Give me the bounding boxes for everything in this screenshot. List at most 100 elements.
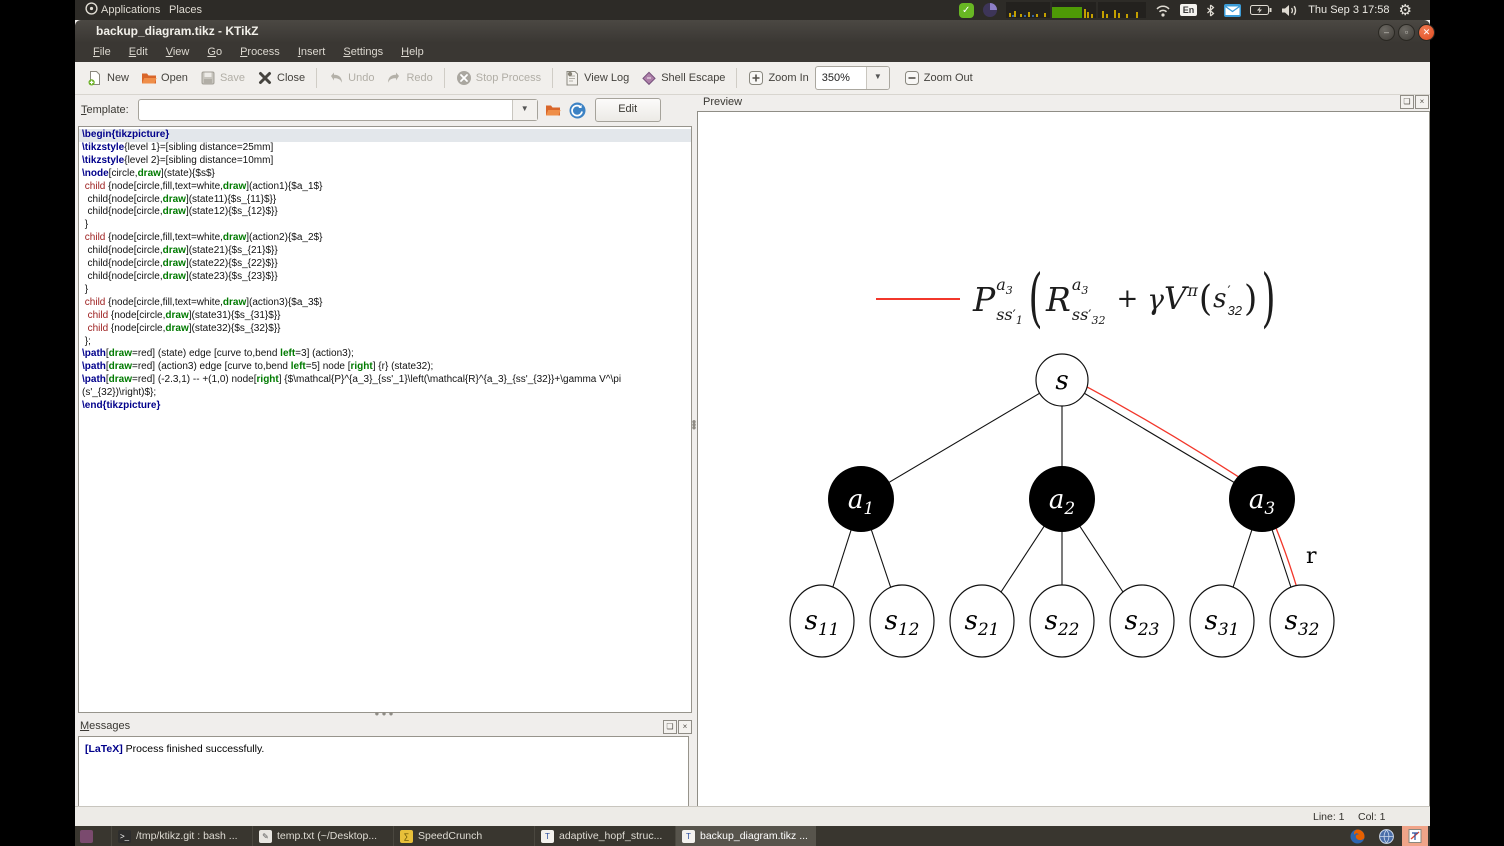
task-adaptive-hopf[interactable]: T adaptive_hopf_struc...: [534, 826, 675, 846]
desktop: Applications Places ✓ En Thu Sep 3 17:58…: [75, 0, 1435, 846]
applications-menu[interactable]: Applications: [95, 0, 166, 20]
zoom-out-button[interactable]: Zoom Out: [898, 66, 979, 90]
close-x-icon: [259, 72, 272, 84]
zoom-in-button[interactable]: Zoom In: [742, 66, 814, 90]
browse-folder-icon: [545, 105, 561, 116]
backup-diagram-tree: s a1 a2 a3 s11 s12 s21 s22 s23 s31 s32 r: [789, 353, 1335, 658]
template-edit-button[interactable]: Edit: [594, 98, 661, 122]
menu-go[interactable]: Go: [198, 43, 231, 62]
battery-icon[interactable]: [1250, 4, 1272, 16]
stop-process-button[interactable]: Stop Process: [450, 66, 547, 90]
redo-button[interactable]: Redo: [380, 66, 438, 90]
template-dropdown-arrow-icon[interactable]: ▼: [511, 100, 537, 120]
save-button[interactable]: Save: [194, 66, 251, 90]
keyboard-layout-indicator[interactable]: En: [1179, 4, 1198, 16]
open-button[interactable]: Open: [135, 66, 194, 90]
statusbar: Line: 1 Col: 1: [75, 806, 1430, 827]
bluetooth-icon[interactable]: [1206, 4, 1215, 17]
firefox-icon[interactable]: [1344, 826, 1370, 846]
preview-panel: P a3 ss′1 ( R a3 ss′32 + γ V π (s ′ 32 …: [697, 111, 1430, 808]
volume-icon[interactable]: [1281, 4, 1299, 17]
messages-panel: [LaTeX] Process finished successfully.: [78, 736, 689, 807]
zoom-level-combo[interactable]: 350% ▼: [814, 66, 890, 90]
latex-tag: [LaTeX]: [85, 743, 123, 755]
system-tray: ✓ En Thu Sep 3 17:58 ⚙: [958, 0, 1412, 20]
task-speedcrunch[interactable]: ∑ SpeedCrunch: [393, 826, 534, 846]
zoom-dropdown-arrow-icon[interactable]: ▼: [865, 67, 889, 89]
wifi-icon[interactable]: [1155, 4, 1171, 17]
speedcrunch-icon: ∑: [400, 829, 413, 843]
close-file-button[interactable]: Close: [251, 66, 311, 90]
workspace-switcher-icon[interactable]: [80, 829, 93, 843]
places-menu[interactable]: Places: [163, 0, 208, 20]
tree-nodes: s a1 a2 a3 s11 s12 s21 s22 s23 s31 s32: [789, 353, 1335, 658]
taskbar: >_ /tmp/ktikz.git : bash ... ✎ temp.txt …: [75, 826, 1430, 846]
task-backup-diagram[interactable]: T backup_diagram.tikz ...: [675, 826, 816, 846]
task-text-editor[interactable]: ✎ temp.txt (~/Desktop...: [252, 826, 393, 846]
top-panel: Applications Places ✓ En Thu Sep 3 17:58…: [75, 0, 1430, 20]
ktikz-file-icon: T: [541, 829, 554, 843]
preview-close-icon[interactable]: ×: [1415, 95, 1429, 109]
minimize-button[interactable]: –: [1378, 24, 1395, 41]
undo-arrow-icon: [331, 72, 343, 83]
undo-button[interactable]: Undo: [322, 66, 380, 90]
terminal-icon: >_: [118, 829, 131, 843]
window-title: backup_diagram.tikz - KTikZ: [96, 24, 259, 38]
preview-title: Preview: [703, 96, 743, 108]
menu-view[interactable]: View: [157, 43, 199, 62]
horizontal-splitter[interactable]: ● ● ●: [78, 710, 690, 718]
close-button[interactable]: ✕: [1418, 24, 1435, 41]
ktikz-alert-icon[interactable]: [1402, 826, 1428, 846]
template-browse-button[interactable]: [543, 100, 563, 120]
titlebar[interactable]: backup_diagram.tikz - KTikZ – ▫ ✕: [75, 20, 1435, 43]
template-reload-button[interactable]: [568, 100, 588, 120]
messages-close-icon[interactable]: ×: [678, 720, 692, 734]
messages-float-icon[interactable]: ❏: [663, 720, 677, 734]
new-file-icon: [88, 71, 100, 86]
clock-pie-icon[interactable]: [982, 3, 997, 17]
code-editor[interactable]: \begin{tikzpicture} \tikzstyle{level 1}=[…: [78, 126, 692, 713]
menu-settings[interactable]: Settings: [334, 43, 392, 62]
zoom-level-value: 350%: [821, 72, 850, 84]
zoom-out-icon: [904, 71, 919, 85]
template-toolbar: Template: ▼ Edit: [75, 96, 691, 124]
menu-file[interactable]: File: [84, 43, 120, 62]
code-lines: \begin{tikzpicture} \tikzstyle{level 1}=[…: [79, 127, 691, 413]
menubar: File Edit View Go Process Insert Setting…: [75, 43, 1430, 62]
reward-label: r: [1306, 544, 1317, 569]
ktikz-file-icon: T: [682, 829, 695, 843]
mail-icon[interactable]: [1224, 3, 1242, 17]
shell-escape-button[interactable]: Shell Escape: [635, 66, 731, 90]
session-gear-icon[interactable]: ⚙: [1399, 1, 1412, 19]
taskbar-right-icons: [1344, 826, 1428, 846]
shell-escape-diamond-icon: [642, 71, 656, 86]
menu-insert[interactable]: Insert: [289, 43, 335, 62]
menu-edit[interactable]: Edit: [120, 43, 157, 62]
stop-circle-icon: [456, 71, 471, 85]
preview-dock-header: Preview ❏ ×: [700, 94, 1429, 111]
redo-arrow-icon: [388, 72, 400, 83]
maximize-button[interactable]: ▫: [1398, 24, 1415, 41]
template-value: [139, 100, 512, 120]
updater-check-icon[interactable]: ✓: [958, 2, 974, 18]
view-log-button[interactable]: View Log: [558, 66, 635, 90]
clock[interactable]: Thu Sep 3 17:58: [1308, 4, 1389, 16]
zoom-in-icon: [749, 71, 764, 85]
save-disk-icon: [201, 71, 215, 85]
system-monitor-graphs-icon[interactable]: [1005, 2, 1146, 18]
text-editor-icon: ✎: [259, 829, 272, 843]
messages-dock-header: Messages ❏ ×: [78, 718, 692, 736]
menu-process[interactable]: Process: [231, 43, 289, 62]
new-button[interactable]: New: [81, 66, 135, 90]
menu-help[interactable]: Help: [392, 43, 433, 62]
status-line: Line: 1: [1313, 811, 1345, 823]
status-col: Col: 1: [1358, 811, 1386, 823]
open-folder-icon: [142, 73, 157, 84]
template-combobox[interactable]: ▼: [137, 99, 538, 121]
browser-globe-icon[interactable]: [1373, 826, 1399, 846]
node-s-label: s: [1055, 366, 1068, 396]
preview-float-icon[interactable]: ❏: [1400, 95, 1414, 109]
task-terminal[interactable]: >_ /tmp/ktikz.git : bash ...: [111, 826, 252, 846]
toolbar: New Open Save Close Undo Redo Stop Proce…: [75, 62, 1430, 95]
reload-icon: [569, 102, 586, 118]
